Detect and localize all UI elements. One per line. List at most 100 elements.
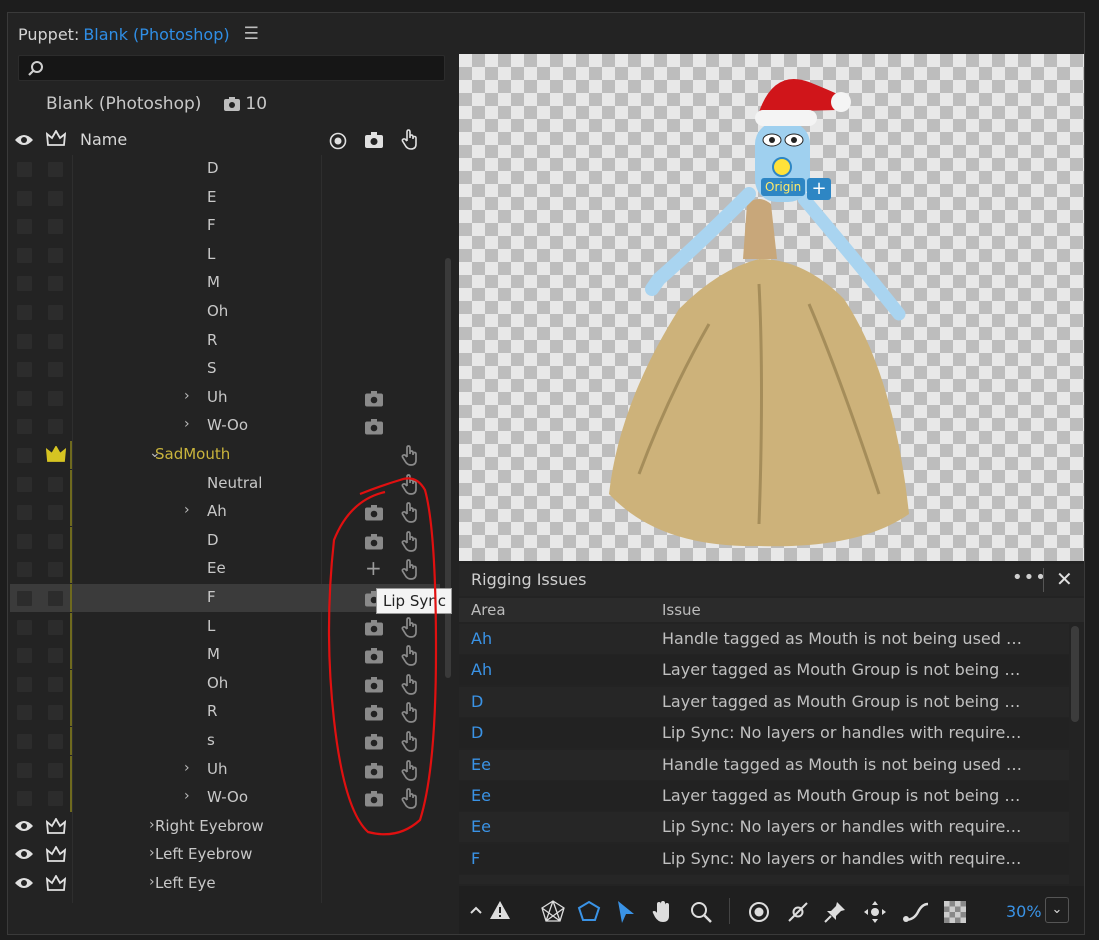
layer-row[interactable]: Oh <box>10 669 440 698</box>
hand-trigger-icon[interactable] <box>400 502 420 524</box>
area-column-header[interactable]: Area <box>471 601 506 619</box>
visibility-toggle[interactable] <box>17 362 32 378</box>
visibility-toggle[interactable] <box>17 591 32 606</box>
layer-row[interactable]: Neutral <box>10 469 440 498</box>
independence-toggle[interactable] <box>48 247 63 263</box>
visibility-toggle[interactable] <box>17 162 32 177</box>
layer-row[interactable]: › Left Eyebrow <box>10 841 440 869</box>
visibility-toggle[interactable] <box>17 505 32 521</box>
layer-row[interactable]: S <box>10 355 440 383</box>
select-arrow-icon[interactable] <box>616 900 636 924</box>
issue-area[interactable]: Ee <box>471 755 491 774</box>
visibility-eye-icon[interactable] <box>14 876 34 890</box>
independence-toggle[interactable] <box>48 591 63 606</box>
eye-column-icon[interactable] <box>14 133 34 147</box>
hand-trigger-icon[interactable] <box>400 759 420 782</box>
camera-tag-icon[interactable] <box>364 647 384 664</box>
layer-row[interactable]: Oh <box>10 298 440 326</box>
issue-area[interactable]: D <box>471 692 483 711</box>
rigging-issue-row[interactable] <box>459 875 1069 884</box>
hand-trigger-icon[interactable] <box>400 530 420 553</box>
layer-row[interactable]: Ee + <box>10 555 440 584</box>
crown-icon[interactable] <box>46 875 66 893</box>
visibility-toggle[interactable] <box>17 705 32 721</box>
visibility-toggle[interactable] <box>17 791 32 807</box>
independence-toggle[interactable] <box>48 476 63 492</box>
layer-row[interactable]: › Right Eyebrow <box>10 813 440 841</box>
layer-row[interactable]: L <box>10 241 440 269</box>
issue-area[interactable]: Ah <box>471 629 492 648</box>
dragger-tool-icon[interactable] <box>863 900 887 924</box>
search-input[interactable] <box>18 55 445 81</box>
issue-area[interactable]: Ee <box>471 786 491 805</box>
visibility-toggle[interactable] <box>17 419 32 435</box>
layer-row[interactable]: L <box>10 612 440 641</box>
chevron-right-icon[interactable]: › <box>149 845 155 861</box>
visibility-eye-icon[interactable] <box>14 819 34 833</box>
layer-row[interactable]: R <box>10 698 440 727</box>
visibility-toggle[interactable] <box>17 448 32 463</box>
chevron-right-icon[interactable]: › <box>184 788 190 804</box>
independence-toggle[interactable] <box>48 219 63 235</box>
close-icon[interactable]: ✕ <box>1056 567 1073 591</box>
camera-tag-icon[interactable] <box>364 704 384 721</box>
independence-toggle[interactable] <box>48 676 63 692</box>
chevron-right-icon[interactable]: › <box>149 817 155 833</box>
rigging-issue-row[interactable]: Ah Handle tagged as Mouth is not being us… <box>459 624 1069 654</box>
layer-row[interactable]: ⌄ SadMouth <box>10 441 440 469</box>
warning-icon[interactable] <box>489 900 511 920</box>
puppet-name-link[interactable]: Blank (Photoshop) <box>83 25 229 44</box>
hand-trigger-icon[interactable] <box>400 731 420 753</box>
layer-row[interactable]: F <box>10 212 440 240</box>
independence-toggle[interactable] <box>48 705 63 721</box>
hand-trigger-icon[interactable] <box>400 702 420 724</box>
independence-toggle[interactable] <box>48 734 63 749</box>
hand-trigger-icon[interactable] <box>400 616 420 639</box>
scene-canvas[interactable]: Origin + <box>459 54 1084 561</box>
hand-trigger-icon[interactable] <box>400 673 420 696</box>
hand-tool-icon[interactable] <box>651 900 673 924</box>
visibility-toggle[interactable] <box>17 476 32 492</box>
hand-trigger-icon[interactable] <box>400 788 420 810</box>
chevron-up-icon[interactable] <box>469 900 483 920</box>
issue-area[interactable]: Ah <box>471 660 492 679</box>
zoom-level[interactable]: 30% <box>1006 902 1042 921</box>
rigging-issue-row[interactable]: D Layer tagged as Mouth Group is not bein… <box>459 686 1069 717</box>
camera-tag-icon[interactable] <box>364 790 384 807</box>
layer-row[interactable]: › Ah <box>10 498 440 527</box>
visibility-toggle[interactable] <box>17 276 32 292</box>
camera-column-icon[interactable] <box>364 131 384 149</box>
issue-area[interactable]: Ee <box>471 817 491 836</box>
layer-row[interactable]: E <box>10 184 440 212</box>
rigging-issue-row[interactable]: Ah Layer tagged as Mouth Group is not bei… <box>459 655 1069 686</box>
rigging-issue-row[interactable]: Ee Lip Sync: No layers or handles with re… <box>459 812 1069 843</box>
camera-tag-icon[interactable] <box>364 390 384 407</box>
camera-tag-icon[interactable] <box>364 418 384 435</box>
more-options-icon[interactable]: ••• <box>1012 567 1047 588</box>
crown-icon[interactable] <box>46 846 66 864</box>
independence-toggle[interactable] <box>48 505 63 521</box>
layer-row[interactable]: › Uh <box>10 384 440 412</box>
layer-row[interactable]: D <box>10 526 440 555</box>
crown-column-icon[interactable] <box>46 130 66 148</box>
independence-toggle[interactable] <box>48 562 63 578</box>
hamburger-menu-icon[interactable]: ☰ <box>244 24 259 44</box>
independence-toggle[interactable] <box>48 333 63 349</box>
origin-tool-icon[interactable] <box>747 900 771 924</box>
visibility-toggle[interactable] <box>17 562 32 578</box>
issue-area[interactable]: D <box>471 723 483 742</box>
visibility-eye-icon[interactable] <box>14 847 34 861</box>
chevron-right-icon[interactable]: › <box>184 416 190 432</box>
independence-toggle[interactable] <box>48 762 63 778</box>
hand-trigger-icon[interactable] <box>400 445 420 467</box>
path-tool-icon[interactable] <box>902 900 930 924</box>
camera-tag-icon[interactable] <box>364 762 384 779</box>
add-handle-button[interactable]: + <box>807 178 831 200</box>
rigging-issue-row[interactable]: F Lip Sync: No layers or handles with req… <box>459 843 1069 874</box>
layer-row[interactable]: › W-Oo <box>10 784 440 813</box>
name-column-header[interactable]: Name <box>80 130 127 149</box>
chevron-right-icon[interactable]: › <box>184 760 190 776</box>
chevron-right-icon[interactable]: › <box>184 502 190 518</box>
camera-tag-icon[interactable] <box>364 533 384 550</box>
rigging-scrollbar[interactable] <box>1071 626 1079 722</box>
